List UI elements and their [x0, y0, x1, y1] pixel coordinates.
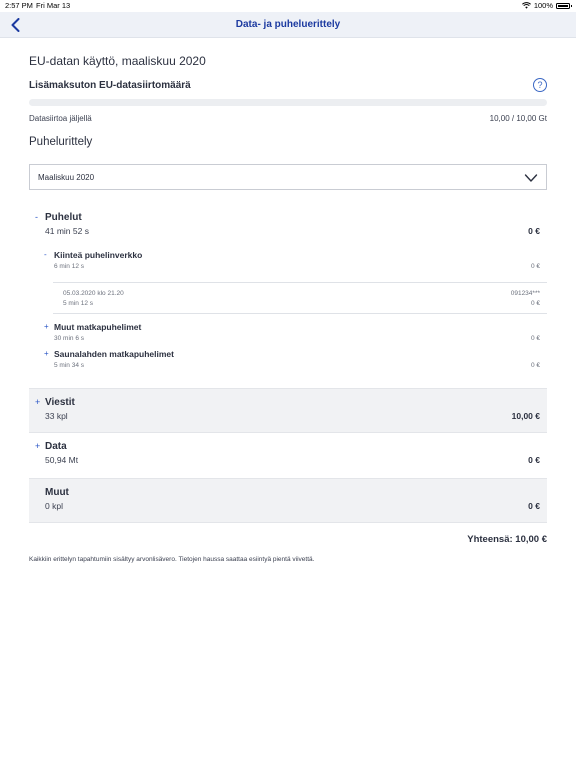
- eu-data-subheading: Lisämaksuton EU-datasiirtomäärä: [29, 80, 191, 91]
- nav-bar: Data- ja puheluerittely: [0, 12, 576, 38]
- call-entry-number: 091234***: [510, 290, 540, 297]
- status-bar: 2:57 PM Fri Mar 13 100%: [0, 0, 576, 12]
- other-amount: 0 €: [528, 501, 540, 511]
- saunalahti-mobile-duration: 5 min 34 s: [54, 362, 84, 369]
- divider: [53, 313, 547, 314]
- other-mobile-toggle[interactable]: +: [44, 322, 49, 331]
- other-mobile-duration: 30 min 6 s: [54, 335, 84, 342]
- other-name: Muut: [45, 487, 69, 498]
- chevron-down-icon: [524, 174, 538, 182]
- data-amount: 0 €: [528, 455, 540, 465]
- battery-percent: 100%: [533, 1, 553, 10]
- landline-amount: 0 €: [530, 263, 540, 270]
- messages-toggle[interactable]: +: [35, 397, 40, 407]
- breakdown-title: Puhelurittely: [29, 136, 93, 148]
- eu-data-progress-bar: [29, 99, 547, 106]
- eu-data-heading: EU-datan käyttö, maaliskuu 2020: [29, 54, 206, 68]
- wifi-icon: [521, 2, 531, 9]
- data-group: + Data 50,94 Mt 0 €: [29, 433, 547, 478]
- vat-footnote: Kaikkiin erittelyn tapahtumiin sisältyy …: [29, 556, 315, 563]
- status-date: Fri Mar 13: [36, 1, 71, 10]
- calls-amount: 0 €: [528, 226, 540, 236]
- calls-name[interactable]: Puhelut: [45, 212, 82, 223]
- call-entry-duration: 5 min 12 s: [63, 300, 93, 307]
- calls-group: - Puhelut 41 min 52 s 0 € - Kiinteä puhe…: [29, 206, 547, 384]
- messages-name[interactable]: Viestit: [45, 397, 75, 408]
- other-mobile-amount: 0 €: [530, 335, 540, 342]
- other-count: 0 kpl: [45, 501, 63, 511]
- battery-icon: [556, 2, 572, 9]
- saunalahti-mobile-amount: 0 €: [530, 362, 540, 369]
- messages-amount: 10,00 €: [511, 411, 540, 421]
- data-name[interactable]: Data: [45, 441, 67, 452]
- calls-duration: 41 min 52 s: [45, 226, 89, 236]
- other-mobile-name[interactable]: Muut matkapuhelimet: [54, 322, 141, 332]
- messages-count: 33 kpl: [45, 411, 68, 421]
- status-time: 2:57 PM: [5, 1, 33, 10]
- landline-duration: 6 min 12 s: [54, 263, 84, 270]
- month-select[interactable]: Maaliskuu 2020: [29, 164, 547, 190]
- other-group: Muut 0 kpl 0 €: [29, 478, 547, 523]
- landline-toggle[interactable]: -: [44, 250, 47, 259]
- data-volume: 50,94 Mt: [45, 455, 79, 465]
- status-right: 100%: [521, 1, 572, 10]
- saunalahti-mobile-name[interactable]: Saunalahden matkapuhelimet: [54, 349, 174, 359]
- calls-toggle[interactable]: -: [35, 212, 38, 222]
- divider: [53, 282, 547, 283]
- saunalahti-mobile-toggle[interactable]: +: [44, 349, 49, 358]
- messages-group: + Viestit 33 kpl 10,00 €: [29, 388, 547, 433]
- call-entry-datetime: 05.03.2020 klo 21.20: [63, 290, 124, 297]
- landline-name[interactable]: Kiinteä puhelinverkko: [54, 250, 142, 260]
- call-entry-amount: 0 €: [530, 300, 540, 307]
- page-title: Data- ja puheluerittely: [235, 19, 341, 30]
- remaining-label: Datasiirtoa jäljellä: [29, 114, 92, 123]
- remaining-value: 10,00 / 10,00 Gt: [489, 114, 547, 123]
- total-amount: Yhteensä: 10,00 €: [467, 534, 547, 545]
- question-circle-icon[interactable]: ?: [533, 78, 547, 92]
- month-select-value: Maaliskuu 2020: [38, 173, 95, 182]
- data-toggle[interactable]: +: [35, 441, 40, 451]
